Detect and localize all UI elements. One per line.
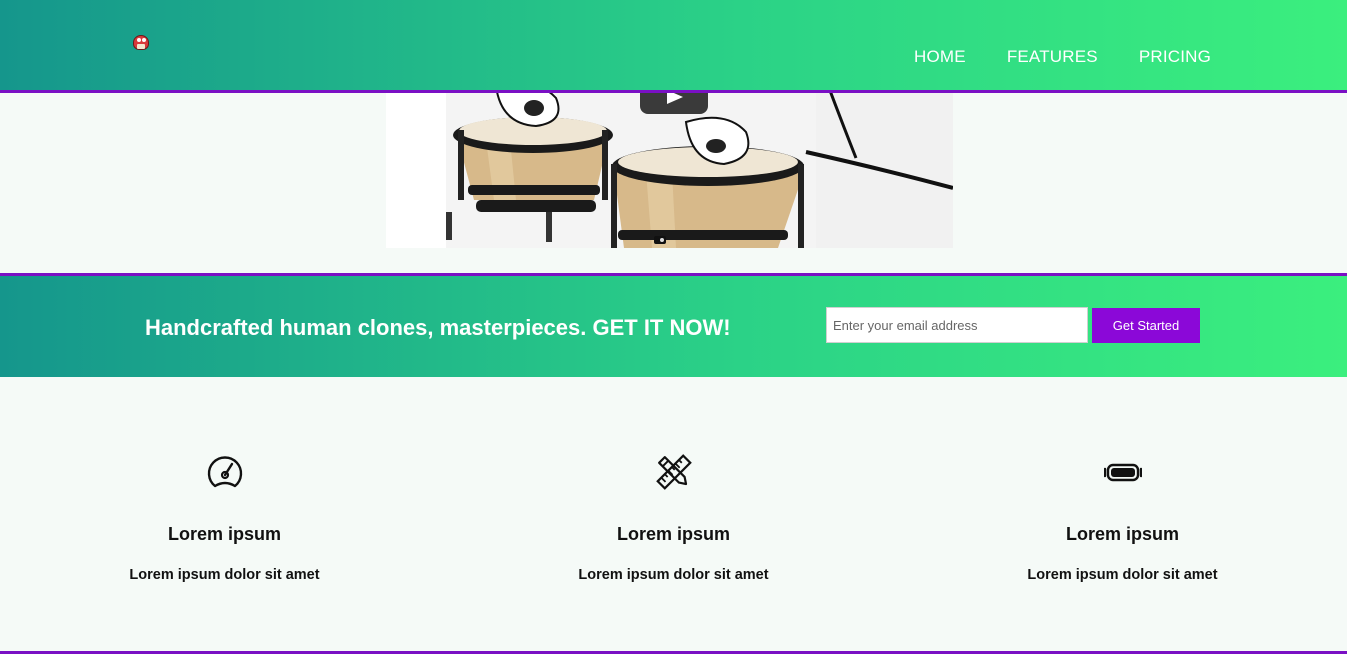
- feature-text: Lorem ipsum dolor sit amet: [1027, 567, 1218, 583]
- site-header: HOME FEATURES PRICING: [0, 0, 1347, 93]
- ruler-pencil-icon: [656, 454, 692, 490]
- features-section: Lorem ipsum Lorem ipsum dolor sit amet L…: [0, 377, 1347, 651]
- nav-home-link[interactable]: HOME: [914, 47, 966, 67]
- feature-title: Lorem ipsum: [616, 524, 731, 544]
- speedometer-icon: [207, 456, 243, 488]
- cta-banner: Handcrafted human clones, masterpieces. …: [0, 276, 1347, 377]
- email-input[interactable]: [826, 307, 1088, 343]
- get-started-button[interactable]: Get Started: [1092, 308, 1200, 343]
- nav-features-link[interactable]: FEATURES: [1007, 47, 1098, 67]
- vr-goggles-icon: [1104, 463, 1142, 482]
- mushroom-logo-icon[interactable]: [133, 35, 149, 50]
- feature-text: Lorem ipsum dolor sit amet: [578, 567, 769, 583]
- feature-text: Lorem ipsum dolor sit amet: [129, 567, 320, 583]
- feature-title: Lorem ipsum: [167, 524, 282, 544]
- video-player[interactable]: [386, 80, 953, 248]
- nav-pricing-link[interactable]: PRICING: [1139, 47, 1211, 67]
- cta-headline: Handcrafted human clones, masterpieces. …: [145, 315, 731, 340]
- feature-title: Lorem ipsum: [1065, 524, 1180, 544]
- main-nav: HOME FEATURES PRICING: [914, 47, 1211, 67]
